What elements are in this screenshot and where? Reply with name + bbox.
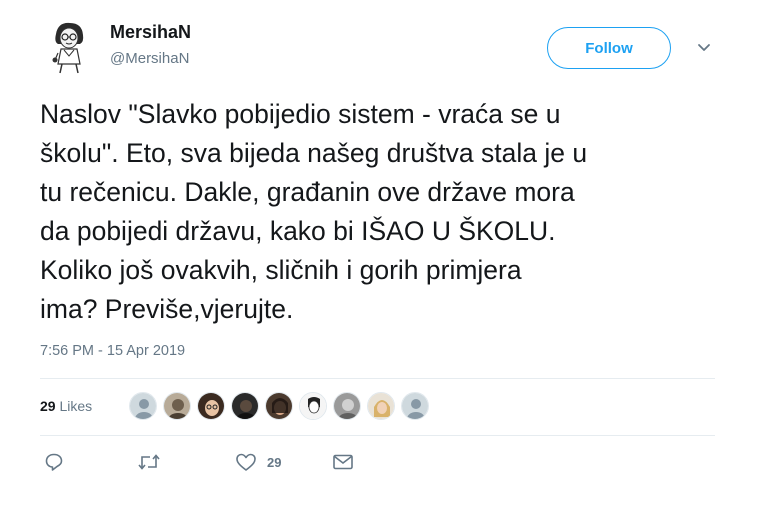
chevron-down-icon[interactable] — [696, 40, 712, 56]
liker-avatar[interactable] — [299, 392, 327, 420]
liker-avatar[interactable] — [197, 392, 225, 420]
tweet-text: Naslov "Slavko pobijedio sistem - vraća … — [40, 99, 588, 324]
heart-icon — [235, 452, 257, 472]
follow-button[interactable]: Follow — [547, 27, 671, 69]
divider — [40, 435, 715, 436]
retweet-icon — [137, 452, 161, 472]
tweet-card: MersihaN @MersihaN Follow Naslov "Slavko… — [0, 0, 760, 514]
retweet-button[interactable] — [137, 452, 161, 472]
liker-avatar[interactable] — [265, 392, 293, 420]
likes-count: 29 — [40, 398, 56, 414]
likes-label: Likes — [59, 398, 93, 414]
divider — [40, 378, 715, 379]
user-display-name[interactable]: MersihaN — [110, 22, 191, 43]
likers-avatars — [129, 392, 435, 422]
liker-avatar[interactable] — [367, 392, 395, 420]
reply-icon — [44, 452, 64, 472]
avatar-illustration — [44, 20, 94, 76]
likes-summary[interactable]: 29 Likes — [40, 398, 92, 414]
direct-message-button[interactable] — [332, 452, 354, 472]
user-avatar[interactable] — [44, 20, 94, 76]
liker-avatar[interactable] — [333, 392, 361, 420]
liker-avatar[interactable] — [163, 392, 191, 420]
reply-button[interactable] — [44, 452, 64, 472]
user-handle[interactable]: @MersihaN — [110, 50, 189, 67]
liker-avatar[interactable] — [401, 392, 429, 420]
like-count: 29 — [267, 454, 282, 470]
envelope-icon — [332, 452, 354, 472]
liker-avatar[interactable] — [129, 392, 157, 420]
like-button[interactable]: 29 — [235, 452, 281, 472]
liker-avatar[interactable] — [231, 392, 259, 420]
tweet-timestamp[interactable]: 7:56 PM - 15 Apr 2019 — [40, 343, 185, 359]
